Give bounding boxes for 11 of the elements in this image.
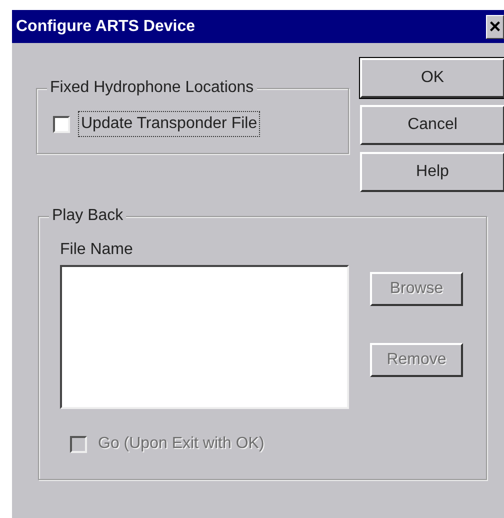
- checkbox-label[interactable]: Update Transponder File: [78, 111, 260, 137]
- checkbox[interactable]: [53, 116, 70, 132]
- list-label: File Name: [60, 241, 134, 259]
- group-title: Fixed Hydrophone Locations: [47, 79, 257, 97]
- dialog-button[interactable]: OK: [360, 58, 504, 98]
- file-list[interactable]: [60, 265, 349, 409]
- dialog-button[interactable]: Help: [360, 152, 504, 192]
- window-title: Configure ARTS Device: [16, 18, 195, 36]
- group-title: Play Back: [49, 207, 126, 225]
- dialog-button[interactable]: Cancel: [360, 105, 504, 145]
- close-button[interactable]: ×: [486, 14, 504, 38]
